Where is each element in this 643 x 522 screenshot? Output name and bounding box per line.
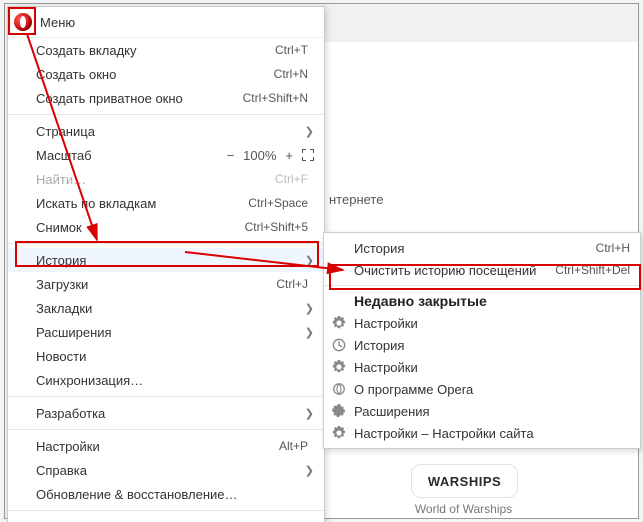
separator (8, 429, 324, 430)
tile-logo: WARSHIPS (428, 474, 501, 489)
menu-snapshot[interactable]: Снимок Ctrl+Shift+5 (8, 215, 324, 239)
menu-item-label: Создать приватное окно (36, 91, 243, 106)
separator (324, 285, 640, 286)
menu-item-label: Расширения (36, 325, 304, 340)
submenu-item-label: Очистить историю посещений (354, 263, 555, 278)
menu-settings[interactable]: Настройки Alt+P (8, 434, 324, 458)
submenu-item-label: История (354, 241, 596, 256)
submenu-item-label: Настройки (354, 360, 630, 375)
submenu-item-label: Расширения (354, 404, 630, 419)
recent-item[interactable]: Расширения (324, 400, 640, 422)
separator (8, 510, 324, 511)
menu-item-label: Страница (36, 124, 304, 139)
main-menu: Меню Создать вкладку Ctrl+T Создать окно… (7, 6, 325, 522)
menu-item-label: История (36, 253, 304, 268)
menu-title: Меню (40, 15, 75, 30)
menu-history[interactable]: История ❯ (8, 248, 324, 272)
menu-item-label: Новости (36, 349, 314, 364)
shortcut: Ctrl+N (274, 67, 308, 81)
menu-item-label: Разработка (36, 406, 304, 421)
menu-update[interactable]: Обновление & восстановление… (8, 482, 324, 506)
menu-item-label: Настройки (36, 439, 279, 454)
menu-new-tab[interactable]: Создать вкладку Ctrl+T (8, 38, 324, 62)
chevron-right-icon: ❯ (304, 407, 314, 420)
shortcut: Ctrl+Shift+Del (555, 263, 630, 277)
menu-downloads[interactable]: Загрузки Ctrl+J (8, 272, 324, 296)
fullscreen-icon[interactable] (302, 149, 314, 161)
speed-dial-tile[interactable]: WARSHIPS (411, 464, 518, 498)
gear-icon (332, 360, 346, 374)
menu-item-label: Создать вкладку (36, 43, 275, 58)
shortcut: Ctrl+Shift+5 (245, 220, 308, 234)
menu-exit[interactable]: Выход из программы Ctrl+Shift+X (8, 515, 324, 522)
submenu-history[interactable]: История Ctrl+H (324, 237, 640, 259)
chevron-right-icon: ❯ (304, 302, 314, 315)
submenu-item-label: Настройки (354, 316, 630, 331)
submenu-item-label: О программе Opera (354, 382, 630, 397)
menu-item-label: Закладки (36, 301, 304, 316)
submenu-item-label: История (354, 338, 630, 353)
separator (8, 114, 324, 115)
zoom-out-button[interactable]: − (224, 148, 238, 163)
chevron-right-icon: ❯ (304, 464, 314, 477)
shortcut: Alt+P (279, 439, 308, 453)
shortcut: Ctrl+F (275, 172, 308, 186)
menu-dev[interactable]: Разработка ❯ (8, 401, 324, 425)
submenu-item-label: Настройки – Настройки сайта (354, 426, 630, 441)
chevron-right-icon: ❯ (304, 125, 314, 138)
menu-find[interactable]: Найти… Ctrl+F (8, 167, 324, 191)
menu-item-label: Загрузки (36, 277, 276, 292)
chevron-right-icon: ❯ (304, 254, 314, 267)
recent-item[interactable]: О программе Opera (324, 378, 640, 400)
menu-item-label: Снимок (36, 220, 245, 235)
recent-item[interactable]: Настройки (324, 356, 640, 378)
menu-item-label: Синхронизация… (36, 373, 314, 388)
menu-bookmarks[interactable]: Закладки ❯ (8, 296, 324, 320)
menu-item-label: Обновление & восстановление… (36, 487, 314, 502)
menu-item-label: Масштаб (36, 148, 224, 163)
tile-caption: World of Warships (411, 502, 516, 516)
separator (8, 243, 324, 244)
recent-item[interactable]: Настройки – Настройки сайта (324, 422, 640, 444)
shortcut: Ctrl+T (275, 43, 308, 57)
zoom-in-button[interactable]: + (282, 148, 296, 163)
shortcut: Ctrl+Shift+N (243, 91, 308, 105)
menu-sync[interactable]: Синхронизация… (8, 368, 324, 392)
gear-icon (332, 426, 346, 440)
menu-item-label: Найти… (36, 172, 275, 187)
menu-help[interactable]: Справка ❯ (8, 458, 324, 482)
menu-new-window[interactable]: Создать окно Ctrl+N (8, 62, 324, 86)
submenu-clear-history[interactable]: Очистить историю посещений Ctrl+Shift+De… (324, 259, 640, 281)
menu-header: Меню (8, 7, 324, 38)
separator (8, 396, 324, 397)
puzzle-icon (332, 404, 346, 418)
chevron-right-icon: ❯ (304, 326, 314, 339)
recent-item[interactable]: История (324, 334, 640, 356)
gear-icon (332, 316, 346, 330)
menu-item-label: Справка (36, 463, 304, 478)
menu-extensions[interactable]: Расширения ❯ (8, 320, 324, 344)
shortcut: Ctrl+J (276, 277, 308, 291)
menu-news[interactable]: Новости (8, 344, 324, 368)
history-submenu: История Ctrl+H Очистить историю посещени… (323, 232, 641, 449)
zoom-value: 100% (243, 148, 276, 163)
menu-item-label: Искать по вкладкам (36, 196, 248, 211)
opera-icon (332, 382, 346, 396)
clock-icon (332, 338, 346, 352)
internet-fragment: нтернете (329, 192, 383, 207)
menu-tab-search[interactable]: Искать по вкладкам Ctrl+Space (8, 191, 324, 215)
menu-new-private[interactable]: Создать приватное окно Ctrl+Shift+N (8, 86, 324, 110)
menu-zoom[interactable]: Масштаб − 100% + (8, 143, 324, 167)
recent-item[interactable]: Настройки (324, 312, 640, 334)
opera-logo-icon[interactable] (14, 13, 32, 31)
menu-item-label: Создать окно (36, 67, 274, 82)
recent-closed-heading: Недавно закрытые (324, 290, 640, 312)
zoom-controls: − 100% + (224, 148, 314, 163)
shortcut: Ctrl+H (596, 241, 630, 255)
menu-page[interactable]: Страница ❯ (8, 119, 324, 143)
shortcut: Ctrl+Space (248, 196, 308, 210)
